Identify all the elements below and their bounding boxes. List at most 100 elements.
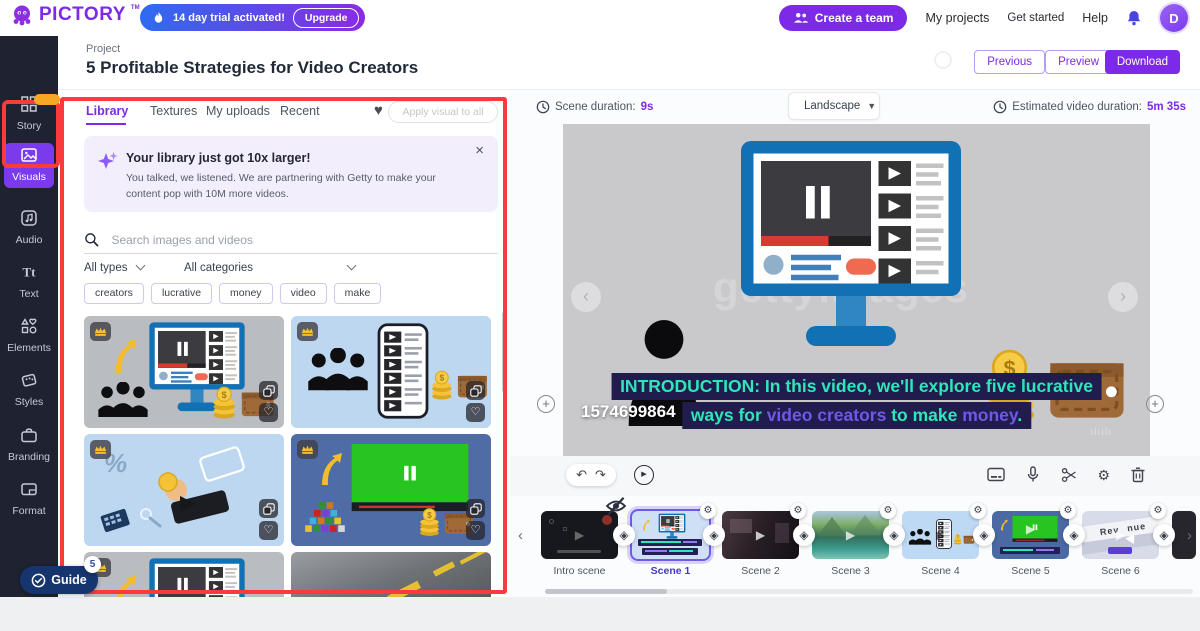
transition-icon[interactable]: ◈ (793, 524, 815, 546)
sidebar-item-format[interactable]: Format (0, 477, 58, 517)
zoom-in-button[interactable]: + (1146, 395, 1164, 413)
copy-icon[interactable] (259, 499, 278, 518)
heart-icon[interactable]: ♡ (466, 521, 485, 540)
tab-recent[interactable]: Recent (280, 104, 320, 118)
chip-creators[interactable]: creators (84, 283, 144, 304)
library-thumbnail[interactable]: ♡ (291, 434, 491, 546)
caption-line-2[interactable]: ways for video creators to make money. (682, 402, 1031, 429)
carousel-prev-icon[interactable]: ‹ (571, 282, 601, 312)
download-button[interactable]: Download (1105, 50, 1180, 74)
transition-icon[interactable]: ◈ (1063, 524, 1085, 546)
heart-icon[interactable]: ♡ (259, 403, 278, 422)
preview-button[interactable]: Preview (1045, 50, 1112, 74)
scene-settings-icon[interactable]: ⚙ (880, 503, 896, 519)
library-thumbnail[interactable] (291, 552, 491, 597)
sidebar-item-text[interactable]: Text (0, 260, 58, 300)
copy-icon[interactable] (466, 499, 485, 518)
timeline-scene-intro[interactable]: ▶ Intro scene (541, 511, 618, 559)
create-team-button[interactable]: Create a team (779, 5, 908, 31)
nav-my-projects[interactable]: My projects (925, 11, 989, 25)
undo-redo-group: ↶ ↷ (566, 464, 616, 486)
aspect-ratio-dropdown[interactable]: Landscape ▼ (788, 92, 880, 120)
scene-settings-icon[interactable]: ⚙ (790, 503, 806, 519)
captions-icon[interactable] (987, 467, 1005, 482)
sidebar-item-elements[interactable]: Elements (0, 314, 58, 354)
sidebar-item-visuals[interactable]: Visuals (4, 143, 54, 188)
pictory-logo[interactable]: PICTORY TM (10, 4, 140, 26)
filter-all-categories[interactable]: All categories (184, 262, 355, 274)
scissors-icon[interactable] (1061, 467, 1077, 483)
timeline-scene-3[interactable]: ▶ ⚙ Scene 3 (812, 511, 889, 559)
chip-video[interactable]: video (280, 283, 327, 304)
library-thumbnail[interactable]: % ♡ (84, 434, 284, 546)
scene-settings-icon[interactable]: ⚙ (1150, 503, 1166, 519)
upgrade-button[interactable]: Upgrade (293, 8, 360, 28)
transition-icon[interactable]: ◈ (703, 524, 725, 546)
timeline-scene-6[interactable]: Revnue ▶ ⚙ Scene 6 (1082, 511, 1159, 559)
nav-get-started[interactable]: Get started (1007, 12, 1064, 24)
filter-label: All types (84, 262, 127, 274)
nav-help[interactable]: Help (1082, 11, 1108, 25)
trial-text: 14 day trial activated! (173, 12, 285, 24)
library-thumbnail[interactable]: ♡ (84, 316, 284, 428)
copy-icon[interactable] (259, 381, 278, 400)
avatar[interactable]: D (1160, 4, 1188, 32)
previous-button[interactable]: Previous (974, 50, 1045, 74)
timeline-scene-1[interactable]: ⚙ Scene 1 (632, 511, 709, 559)
transition-icon[interactable]: ◈ (973, 524, 995, 546)
scene-settings-icon[interactable]: ⚙ (1060, 503, 1076, 519)
transition-icon[interactable]: ◈ (613, 524, 635, 546)
caption-line-1[interactable]: INTRODUCTION: In this video, we'll explo… (611, 373, 1102, 400)
sidebar-item-label: Format (0, 505, 58, 517)
chip-make[interactable]: make (334, 283, 382, 304)
heart-icon[interactable]: ♡ (466, 403, 485, 422)
favorites-heart-icon[interactable]: ♥ (374, 102, 383, 119)
timeline-scroll-left-icon[interactable]: ‹ (518, 527, 523, 544)
sidebar-item-story[interactable]: Story (0, 92, 58, 132)
heart-icon[interactable]: ♡ (259, 521, 278, 540)
bell-icon[interactable] (1126, 10, 1142, 26)
undo-icon[interactable]: ↶ (576, 467, 587, 483)
play-button[interactable]: ▶ (634, 465, 654, 485)
scene-settings-icon[interactable]: ⚙ (970, 503, 986, 519)
chip-lucrative[interactable]: lucrative (151, 283, 212, 304)
trash-icon[interactable] (1130, 466, 1146, 483)
tab-library[interactable]: Library (86, 104, 128, 118)
play-overlay-icon: ▶ (1026, 522, 1035, 536)
tab-my-uploads[interactable]: My uploads (206, 104, 270, 118)
filter-all-types[interactable]: All types (84, 262, 144, 274)
transition-icon[interactable]: ◈ (883, 524, 905, 546)
timeline-scene-5[interactable]: ▶ ⚙ Scene 5 (992, 511, 1069, 559)
panel-scrollbar[interactable] (502, 312, 506, 392)
library-thumbnail[interactable] (84, 552, 284, 597)
sidebar-item-branding[interactable]: Branding (0, 423, 58, 463)
sparkle-icon (97, 150, 119, 172)
search-input[interactable] (111, 233, 411, 247)
zoom-out-button[interactable]: + (537, 395, 555, 413)
preview-monitor-illustration (701, 136, 1001, 366)
copy-icon[interactable] (466, 381, 485, 400)
close-icon[interactable]: × (475, 142, 484, 159)
tab-textures[interactable]: Textures (150, 104, 197, 118)
video-preview[interactable]: gettyimages ‹ › INTRODUCTION: In this vi… (563, 124, 1150, 456)
sidebar-item-styles[interactable]: Styles (0, 368, 58, 408)
settings-gear-icon[interactable]: ⚙ (1097, 467, 1110, 483)
carousel-next-icon[interactable]: › (1108, 282, 1138, 312)
transition-icon[interactable]: ◈ (1153, 524, 1175, 546)
chevron-down-icon (347, 261, 357, 271)
timeline-scene-2[interactable]: ▶ ⚙ Scene 2 (722, 511, 799, 559)
microphone-icon[interactable] (1025, 466, 1041, 483)
apply-visual-to-all-button[interactable]: Apply visual to all (388, 101, 498, 123)
sidebar-item-audio[interactable]: Audio (0, 206, 58, 246)
scene-settings-icon[interactable]: ⚙ (700, 503, 716, 519)
flame-icon (152, 11, 165, 24)
redo-icon[interactable]: ↷ (595, 467, 606, 483)
timeline-scroll-right-icon[interactable]: › (1187, 527, 1192, 544)
library-thumbnail[interactable]: ♡ (291, 316, 491, 428)
timeline-scrollbar-thumb[interactable] (545, 589, 667, 594)
chip-money[interactable]: money (219, 283, 273, 304)
timeline-scene-7-partial[interactable] (1172, 511, 1196, 559)
scene-hidden-eye-off-icon[interactable] (604, 495, 628, 517)
timeline-scene-4[interactable]: ▶ ⚙ Scene 4 (902, 511, 979, 559)
scene-label: Scene 3 (812, 565, 889, 577)
